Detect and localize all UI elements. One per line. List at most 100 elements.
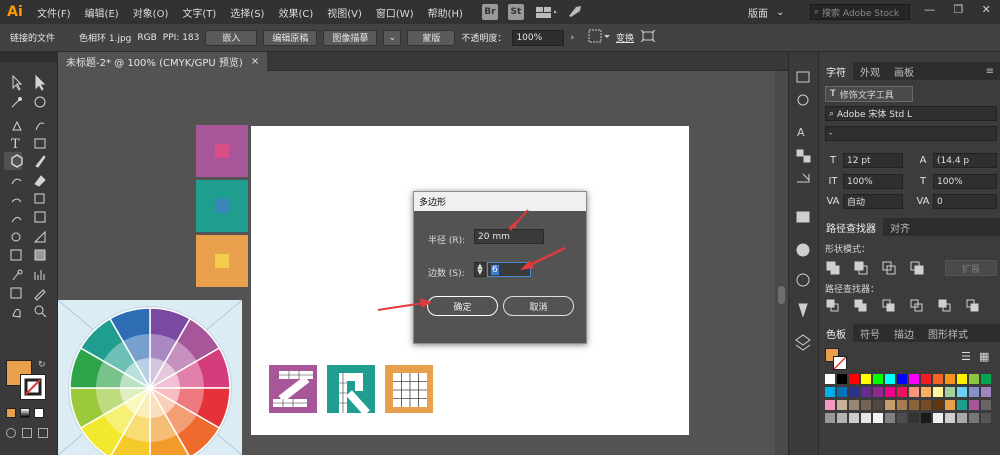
color-swatch[interactable] bbox=[861, 374, 871, 384]
color-swatch[interactable] bbox=[957, 400, 967, 410]
color-swatch[interactable] bbox=[897, 387, 907, 397]
color-swatch[interactable] bbox=[897, 400, 907, 410]
color-swatch[interactable] bbox=[969, 400, 979, 410]
gradient-mode-icon[interactable] bbox=[20, 408, 30, 418]
color-swatch[interactable] bbox=[933, 374, 943, 384]
close-tab-icon[interactable]: × bbox=[251, 56, 259, 67]
selection-tool[interactable] bbox=[4, 71, 22, 89]
color-swatch[interactable] bbox=[933, 413, 943, 423]
paintbrush-tool[interactable] bbox=[30, 152, 48, 170]
swap-fill-stroke-icon[interactable]: ↻ bbox=[38, 360, 46, 370]
perspective-grid-tool[interactable] bbox=[30, 228, 48, 246]
menu-effect[interactable]: 效果(C) bbox=[271, 5, 320, 20]
color-swatch[interactable] bbox=[981, 400, 991, 410]
color-swatch[interactable] bbox=[945, 387, 955, 397]
horizontal-scale-input[interactable]: 100% bbox=[933, 174, 997, 189]
color-swatch[interactable] bbox=[837, 387, 847, 397]
swatch-stroke-indicator[interactable] bbox=[833, 356, 847, 370]
pen-tool[interactable] bbox=[4, 117, 22, 135]
color-swatch[interactable] bbox=[945, 374, 955, 384]
color-swatch[interactable] bbox=[849, 400, 859, 410]
menu-view[interactable]: 视图(V) bbox=[320, 5, 369, 20]
touch-type-button[interactable]: 𝐓 修饰文字工具 bbox=[825, 86, 913, 102]
tab-artboards[interactable]: 画板 bbox=[887, 62, 921, 80]
opacity-arrow-icon[interactable]: › bbox=[570, 33, 574, 43]
color-swatch[interactable] bbox=[957, 387, 967, 397]
shaper-tool[interactable] bbox=[4, 174, 22, 192]
restore-icon[interactable]: ❐ bbox=[953, 3, 963, 21]
color-swatch[interactable] bbox=[897, 413, 907, 423]
color-swatch[interactable] bbox=[969, 413, 979, 423]
list-view-icon[interactable]: ☰ bbox=[961, 350, 971, 363]
leading-input[interactable]: (14.4 p bbox=[933, 153, 997, 168]
curvature-tool[interactable] bbox=[30, 117, 48, 135]
tab-graphic-styles[interactable]: 图形样式 bbox=[921, 324, 975, 342]
color-swatch[interactable] bbox=[861, 400, 871, 410]
color-swatch[interactable] bbox=[921, 400, 931, 410]
close-icon[interactable]: ✕ bbox=[982, 3, 991, 21]
grid-view-icon[interactable]: ▦ bbox=[979, 350, 989, 363]
isolate-icon[interactable] bbox=[640, 29, 656, 46]
color-swatch[interactable] bbox=[909, 374, 919, 384]
layers-panel-icon[interactable] bbox=[795, 334, 813, 352]
document-tab[interactable]: 未标题-2* @ 100% (CMYK/GPU 预览) × bbox=[58, 52, 268, 71]
bridge-button[interactable]: Br bbox=[481, 4, 498, 20]
color-swatch[interactable] bbox=[861, 387, 871, 397]
menu-help[interactable]: 帮助(H) bbox=[421, 5, 470, 20]
stroke-color-swatch[interactable] bbox=[20, 374, 46, 400]
color-swatch[interactable] bbox=[873, 387, 883, 397]
color-swatch[interactable] bbox=[837, 400, 847, 410]
gpu-performance-icon[interactable] bbox=[567, 4, 583, 21]
color-swatch[interactable] bbox=[945, 413, 955, 423]
color-swatch[interactable] bbox=[897, 374, 907, 384]
letter-o-graphic[interactable] bbox=[385, 365, 433, 413]
menu-edit[interactable]: 编辑(E) bbox=[78, 5, 126, 20]
eyedropper-tool[interactable] bbox=[4, 266, 22, 284]
edit-original-button[interactable]: 编辑原稿 bbox=[263, 29, 318, 46]
stock-search-input[interactable]: ⌕ 搜索 Adobe Stock bbox=[810, 4, 910, 20]
color-swatch[interactable] bbox=[837, 374, 847, 384]
export-panel-icon[interactable] bbox=[795, 172, 813, 190]
zoom-tool[interactable] bbox=[30, 304, 48, 322]
tab-appearance[interactable]: 外观 bbox=[853, 62, 887, 80]
panel-menu-icon[interactable]: ≡ bbox=[979, 62, 1000, 80]
expand-button[interactable]: 扩展 bbox=[945, 260, 997, 276]
menu-select[interactable]: 选择(S) bbox=[223, 5, 271, 20]
color-swatch[interactable] bbox=[849, 387, 859, 397]
lasso-tool[interactable] bbox=[30, 94, 48, 112]
symbols-panel-icon[interactable] bbox=[795, 301, 813, 319]
color-swatch[interactable] bbox=[933, 400, 943, 410]
intersect-button[interactable] bbox=[881, 260, 899, 276]
color-swatch[interactable] bbox=[873, 413, 883, 423]
kerning-input[interactable]: 自动 bbox=[843, 194, 903, 209]
letter-z-graphic[interactable] bbox=[269, 365, 317, 413]
color-swatch[interactable] bbox=[885, 387, 895, 397]
free-transform-tool[interactable] bbox=[30, 210, 48, 228]
direct-selection-tool[interactable] bbox=[30, 71, 48, 89]
crop-button[interactable] bbox=[909, 298, 927, 314]
menu-file[interactable]: 文件(F) bbox=[30, 5, 78, 20]
draw-behind-icon[interactable] bbox=[22, 428, 32, 438]
color-swatch[interactable] bbox=[969, 387, 979, 397]
vertical-scrollbar[interactable] bbox=[775, 71, 788, 455]
gradient-tool[interactable] bbox=[30, 246, 48, 264]
color-swatch[interactable] bbox=[837, 413, 847, 423]
tab-swatches[interactable]: 色板 bbox=[819, 324, 853, 342]
merge-button[interactable] bbox=[881, 298, 899, 314]
color-swatch[interactable] bbox=[981, 413, 991, 423]
color-swatch[interactable] bbox=[849, 374, 859, 384]
properties-panel-icon[interactable] bbox=[795, 68, 813, 86]
minimize-icon[interactable]: — bbox=[924, 3, 935, 21]
color-wheel-image[interactable] bbox=[58, 300, 242, 455]
transform-link[interactable]: 变换 bbox=[616, 31, 634, 44]
scale-tool[interactable] bbox=[30, 192, 48, 210]
trim-button[interactable] bbox=[853, 298, 871, 314]
tracking-input[interactable]: 0 bbox=[933, 194, 997, 209]
graph-tool[interactable] bbox=[30, 266, 48, 284]
teal-square[interactable] bbox=[196, 180, 248, 232]
color-swatch[interactable] bbox=[981, 374, 991, 384]
hand-tool[interactable] bbox=[4, 304, 22, 322]
slice-tool[interactable] bbox=[30, 284, 48, 302]
color-swatch[interactable] bbox=[825, 400, 835, 410]
color-swatch[interactable] bbox=[933, 387, 943, 397]
